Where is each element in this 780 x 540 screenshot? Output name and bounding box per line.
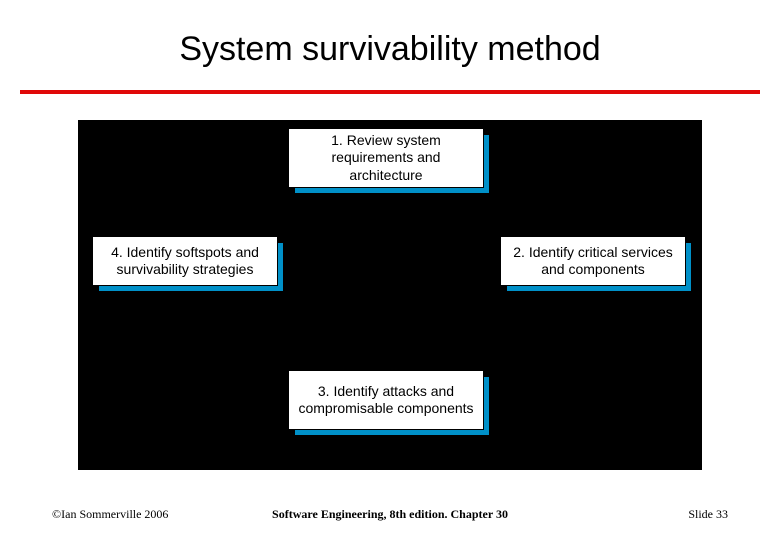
footer-title: Software Engineering, 8th edition. Chapt… (0, 507, 780, 522)
step-1-box: 1. Review system requirements and archit… (288, 128, 484, 188)
title-underline (20, 90, 760, 94)
diagram-area: 1. Review system requirements and archit… (78, 120, 702, 470)
slide: System survivability method 1. Review sy… (0, 0, 780, 540)
page-title: System survivability method (0, 30, 780, 69)
step-4-box: 4. Identify softspots and survivability … (92, 236, 278, 286)
arrow-icon: ▾ (266, 292, 275, 310)
arrow-icon: ▾ (498, 366, 507, 384)
step-3-box: 3. Identify attacks and compromisable co… (288, 370, 484, 430)
footer-slide-number: Slide 33 (688, 507, 728, 522)
step-2-box: 2. Identify critical services and compon… (500, 236, 686, 286)
